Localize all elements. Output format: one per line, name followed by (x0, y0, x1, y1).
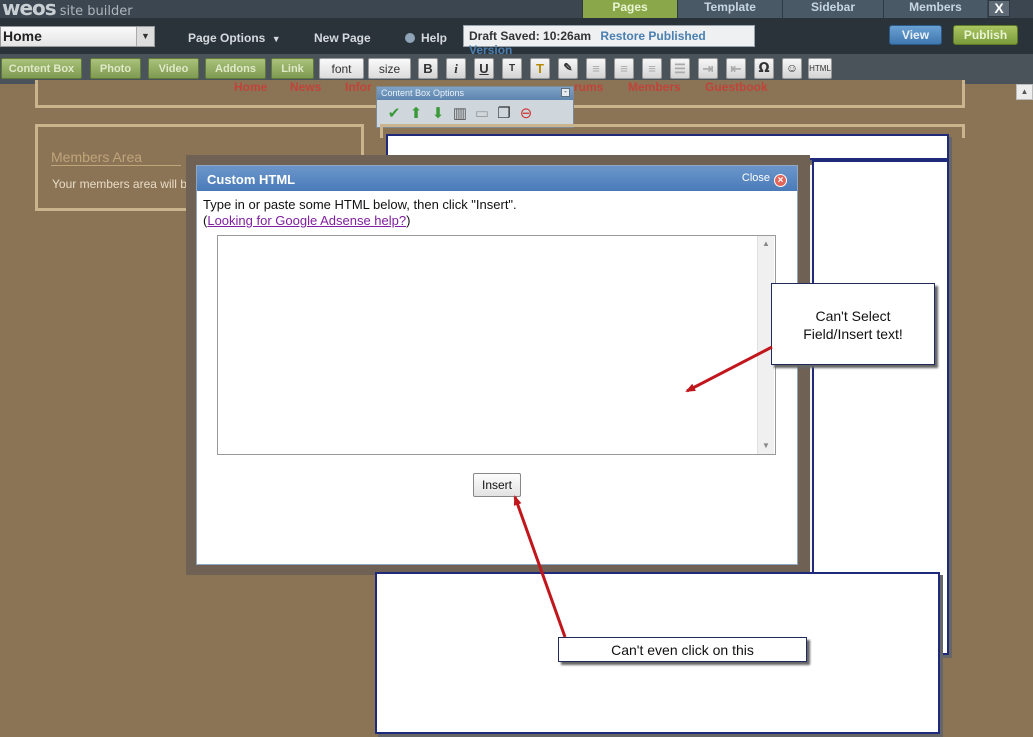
site-nav-guestbook[interactable]: Guestbook (705, 80, 768, 94)
clear-format-icon[interactable]: ✎ (558, 58, 578, 79)
help-button[interactable]: Help (405, 31, 447, 45)
indent-icon[interactable]: ⇥ (698, 58, 718, 79)
emoticon-icon[interactable]: ☺ (782, 58, 802, 79)
check-icon[interactable]: ✔ (383, 105, 405, 123)
tab-sidebar[interactable]: Sidebar (782, 0, 883, 18)
list-icon[interactable]: ☰ (670, 58, 690, 79)
callout-cant-select: Can't Select Field/Insert text! (771, 283, 935, 365)
help-icon (405, 33, 415, 43)
align-center-icon[interactable]: ≡ (614, 58, 634, 79)
photo-button[interactable]: Photo (90, 58, 141, 79)
close-icon: × (774, 174, 787, 187)
layout-icon[interactable]: ▭ (471, 105, 493, 123)
add-box-icon[interactable]: ❐ (493, 105, 515, 123)
special-char-button[interactable]: Ω (754, 58, 774, 79)
minimize-icon[interactable]: - (561, 88, 570, 97)
font-select[interactable]: font (319, 58, 364, 79)
bold-button[interactable]: B (418, 58, 438, 79)
main-nav-tabs: Pages Template Sidebar Members (582, 0, 987, 18)
content-box-button[interactable]: Content Box (1, 58, 82, 79)
arrow-up-icon[interactable]: ⬆ (405, 105, 427, 123)
remove-icon[interactable]: ⊖ (515, 105, 537, 123)
scroll-down-icon[interactable]: ▼ (758, 438, 774, 454)
custom-html-textarea[interactable] (217, 235, 776, 455)
site-nav-forums[interactable]: rums (574, 80, 603, 94)
scroll-up-icon[interactable]: ▲ (758, 236, 774, 252)
dialog-instructions: Type in or paste some HTML below, then c… (203, 197, 517, 228)
adsense-help-link[interactable]: Looking for Google Adsense help? (207, 213, 406, 228)
app-logo: weos site builder (2, 0, 133, 20)
page-options-menu[interactable]: Page Options ▼ (188, 31, 281, 45)
size-select[interactable]: size (368, 58, 411, 79)
link-button[interactable]: Link (271, 58, 314, 79)
arrow-down-icon[interactable]: ⬇ (427, 105, 449, 123)
insert-button[interactable]: Insert (473, 473, 521, 497)
page-select[interactable]: Home ▼ (0, 26, 155, 47)
custom-html-dialog: Custom HTML Close × Type in or paste some… (196, 165, 798, 565)
draft-saved-text: Draft Saved: 10:26am (469, 29, 592, 43)
close-editor-button[interactable]: X (988, 0, 1010, 17)
dialog-title: Custom HTML (207, 172, 296, 187)
strikethrough-icon[interactable]: T (502, 58, 522, 79)
outdent-icon[interactable]: ⇤ (726, 58, 746, 79)
publish-button[interactable]: Publish (953, 25, 1018, 45)
new-page-button[interactable]: New Page (314, 31, 371, 45)
top-bar: weos site builder Pages Template Sidebar … (0, 0, 1033, 20)
callout-cant-click: Can't even click on this (558, 637, 807, 662)
tab-template[interactable]: Template (677, 0, 782, 18)
content-box-options-title: Content Box Options - (377, 87, 573, 100)
video-button[interactable]: Video (148, 58, 199, 79)
html-button[interactable]: HTML (808, 58, 832, 79)
members-area-text: Your members area will b (52, 177, 187, 191)
caret-down-icon: ▼ (271, 34, 281, 44)
members-area-underline (51, 165, 181, 166)
align-left-icon[interactable]: ≡ (586, 58, 606, 79)
site-nav-members[interactable]: Members (628, 80, 681, 94)
tab-pages[interactable]: Pages (582, 0, 677, 18)
tab-members[interactable]: Members (883, 0, 987, 18)
draft-status: Draft Saved: 10:26am Restore Published V… (463, 25, 755, 57)
underline-button[interactable]: U (474, 58, 494, 79)
chevron-down-icon: ▼ (136, 27, 154, 46)
site-nav-news[interactable]: News (290, 80, 321, 94)
align-right-icon[interactable]: ≡ (642, 58, 662, 79)
text-color-icon[interactable]: T (530, 58, 550, 79)
page-select-value: Home (3, 28, 42, 44)
members-area-title: Members Area (51, 149, 143, 165)
columns-icon[interactable]: ▥ (449, 105, 471, 123)
site-nav-home[interactable]: Home (234, 80, 267, 94)
dialog-header: Custom HTML Close × (197, 166, 797, 191)
addons-button[interactable]: Addons (205, 58, 266, 79)
page-scroll-up[interactable]: ▲ (1016, 84, 1033, 100)
site-nav-info[interactable]: Infor (345, 80, 372, 94)
dialog-close-button[interactable]: Close × (742, 172, 787, 187)
view-button[interactable]: View (889, 25, 942, 45)
content-box-options: Content Box Options - ✔ ⬆ ⬇ ▥ ▭ ❐ ⊖ (376, 86, 574, 128)
italic-button[interactable]: i (446, 58, 466, 79)
